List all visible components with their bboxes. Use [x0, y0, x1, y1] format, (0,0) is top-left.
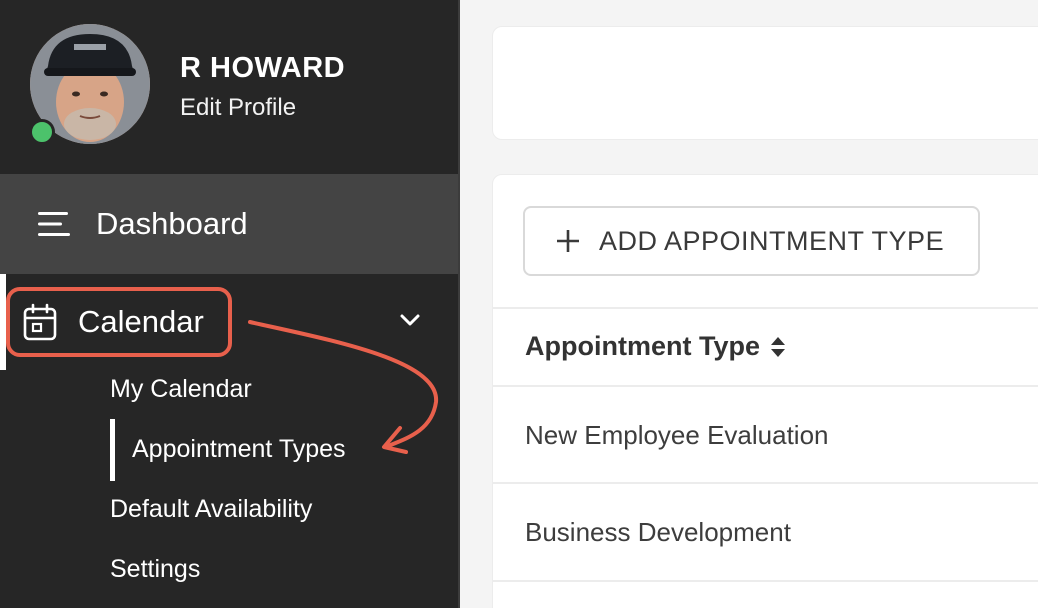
sidebar-item-label: Calendar: [78, 304, 204, 339]
menu-icon: [38, 212, 70, 236]
add-appointment-type-button[interactable]: ADD APPOINTMENT TYPE: [523, 206, 980, 276]
divider: [493, 307, 1038, 309]
calendar-icon: [23, 303, 57, 341]
column-header-appointment-type[interactable]: Appointment Type: [525, 331, 786, 362]
table-row[interactable]: New Employee Evaluation: [525, 420, 829, 451]
sidebar-subitem-appointment-types[interactable]: Appointment Types: [132, 435, 346, 464]
column-header-label: Appointment Type: [525, 331, 760, 361]
sidebar-item-label: Dashboard: [96, 206, 248, 241]
add-button-label: ADD APPOINTMENT TYPE: [599, 225, 945, 256]
sidebar-item-calendar[interactable]: Calendar: [6, 287, 232, 357]
active-subitem-indicator: [110, 419, 115, 481]
online-status-dot: [29, 119, 55, 145]
sidebar-subitem-settings[interactable]: Settings: [110, 555, 200, 584]
chevron-down-icon[interactable]: [398, 312, 422, 328]
table-row[interactable]: Business Development: [525, 517, 791, 548]
sort-icon: [770, 336, 785, 357]
sidebar-item-dashboard[interactable]: Dashboard: [0, 174, 458, 274]
sidebar-subitem-my-calendar[interactable]: My Calendar: [110, 375, 252, 404]
header-card: [492, 26, 1038, 140]
profile-section: R HOWARD Edit Profile: [0, 0, 458, 174]
plus-icon: [557, 230, 579, 252]
sidebar-divider: [458, 0, 460, 608]
profile-name: R HOWARD: [180, 52, 346, 84]
sidebar-subitem-default-availability[interactable]: Default Availability: [110, 495, 312, 524]
edit-profile-link[interactable]: Edit Profile: [180, 94, 296, 122]
divider: [493, 580, 1038, 582]
sidebar: R HOWARD Edit Profile Dashboard Calendar…: [0, 0, 458, 608]
appointment-types-card: ADD APPOINTMENT TYPE Appointment Type Ne…: [492, 174, 1038, 608]
divider: [493, 385, 1038, 387]
divider: [493, 482, 1038, 484]
